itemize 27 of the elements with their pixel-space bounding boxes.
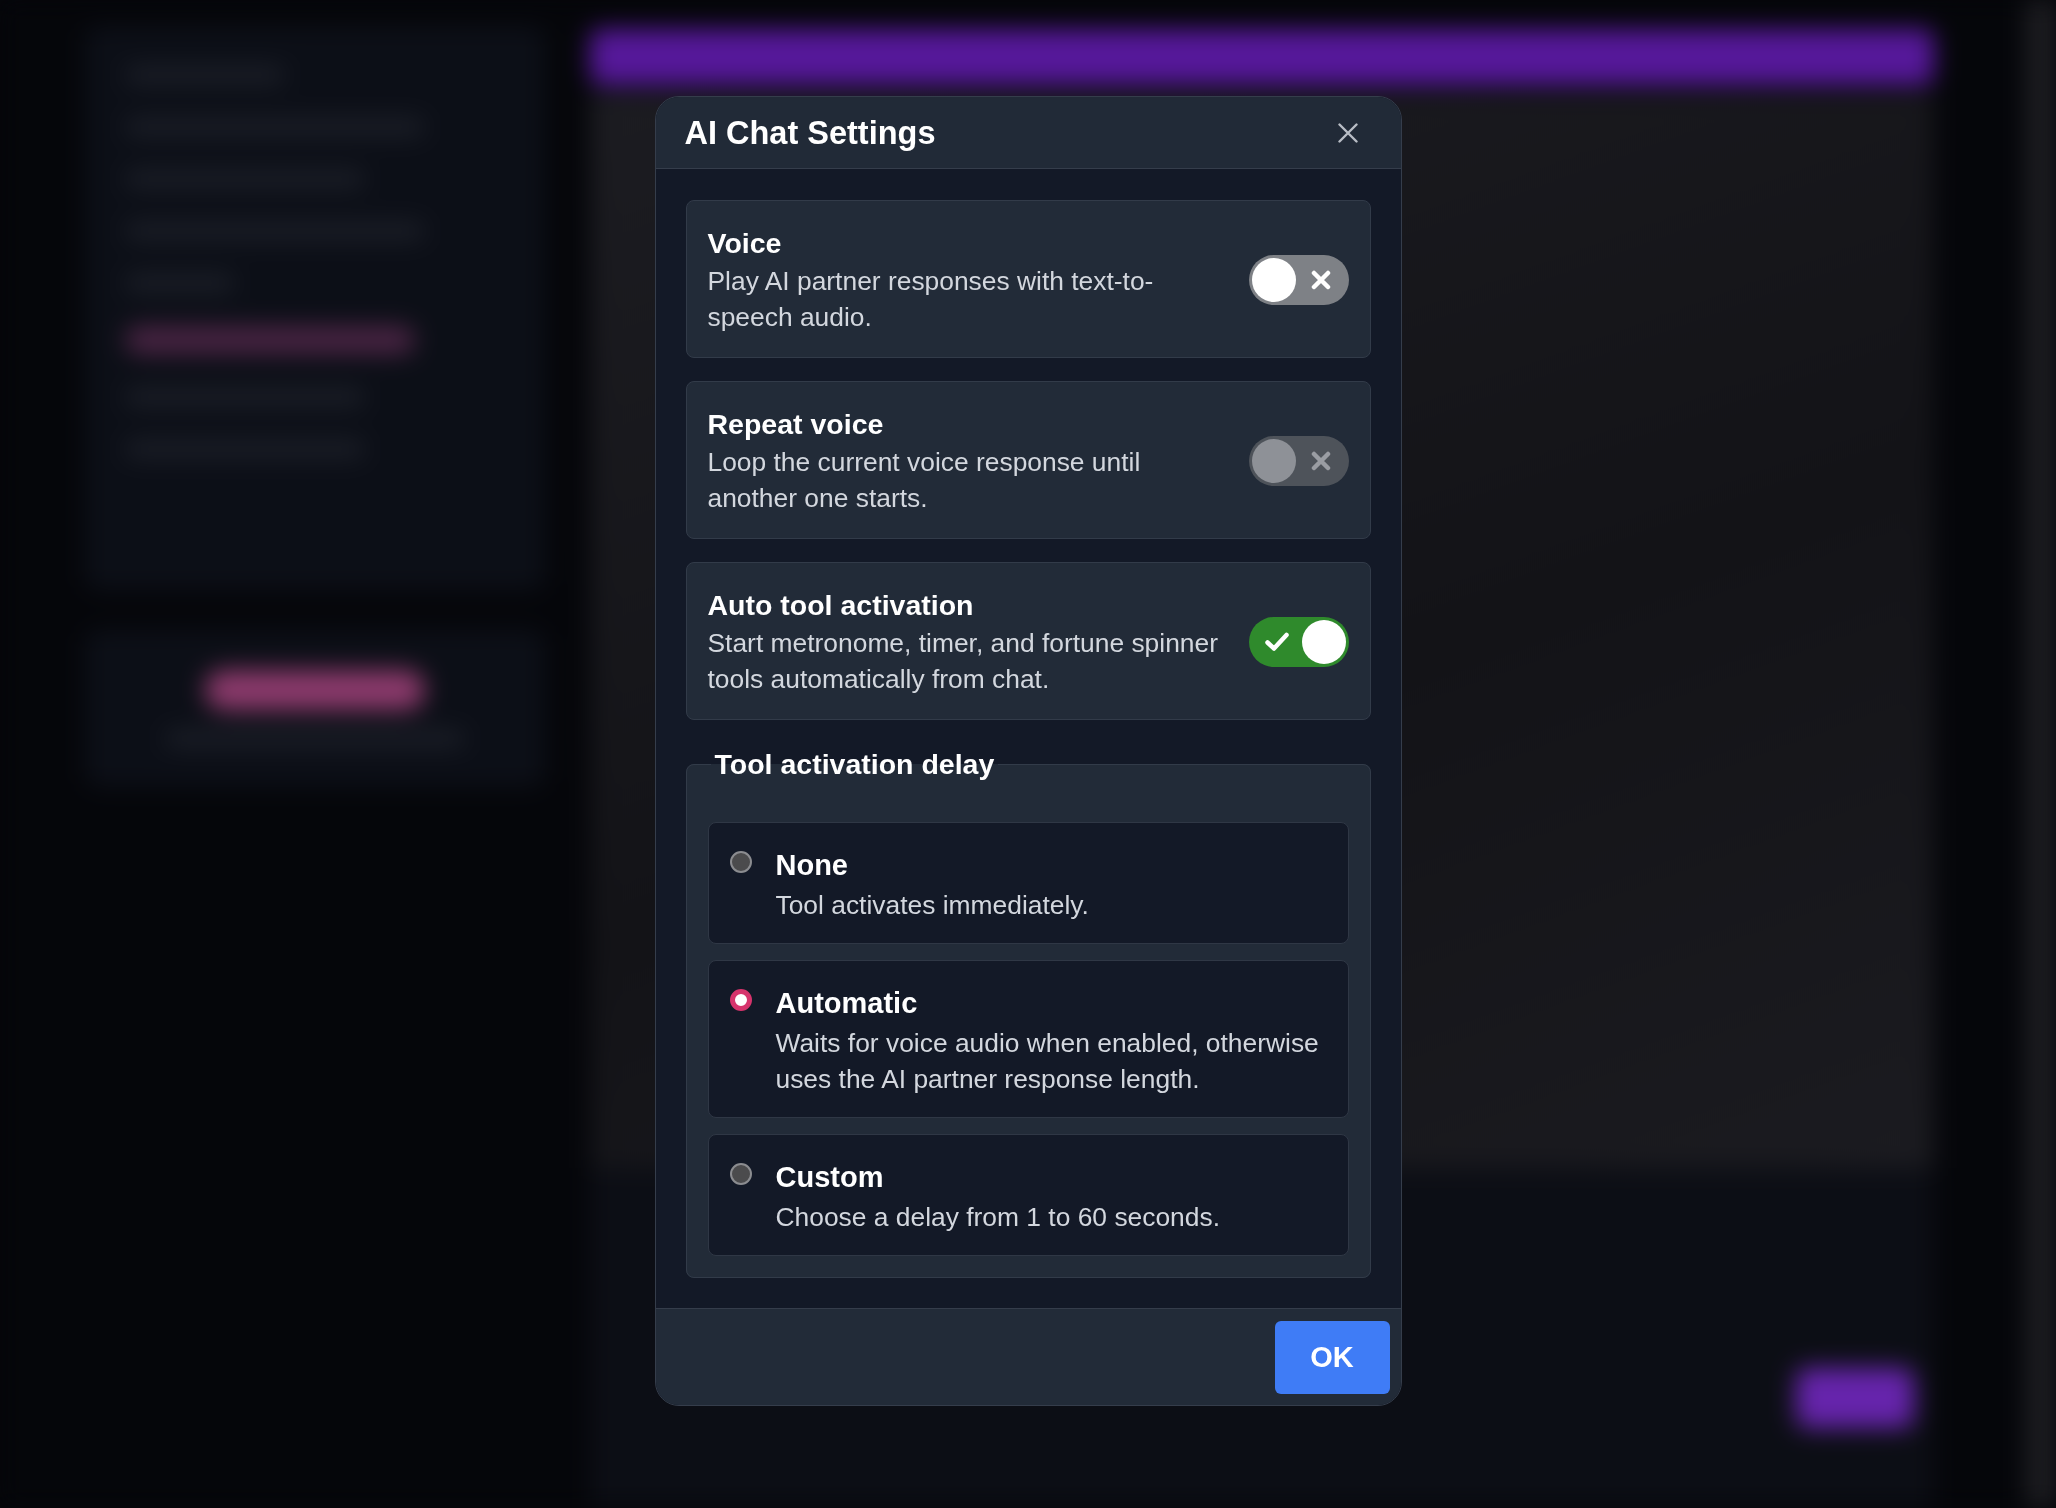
option-description: Choose a delay from 1 to 60 seconds. [775, 1201, 1221, 1234]
option-title: Automatic [775, 986, 918, 1021]
radio-button[interactable] [729, 851, 752, 873]
setting-description: Start metronome, timer, and fortune spinner tools automatically from chat. [707, 627, 1219, 696]
option-title: None [775, 848, 848, 883]
close-icon [1337, 122, 1358, 143]
setting-description: Play AI partner responses with text-to-speech audio. [707, 265, 1155, 334]
option-description: Waits for voice audio when enabled, otherwise uses the AI partner response length. [775, 1027, 1320, 1096]
ok-button[interactable]: OK [1274, 1321, 1390, 1394]
check-icon [1264, 632, 1289, 652]
radio-button[interactable] [729, 989, 752, 1011]
option-title: Custom [775, 1160, 884, 1195]
section-title: Tool activation delay [713, 747, 996, 782]
setting-description: Loop the current voice response until another one starts. [707, 446, 1142, 515]
radio-option[interactable]: Custom Choose a delay from 1 to 60 seconds. [707, 1134, 1349, 1256]
option-description: Tool activates immediately. [775, 889, 1090, 922]
x-icon [1310, 451, 1331, 471]
toggle-switch[interactable] [1248, 255, 1349, 305]
toggle-switch[interactable] [1248, 617, 1349, 667]
dialog-title: AI Chat Settings [684, 113, 936, 153]
radio-button[interactable] [729, 1163, 752, 1185]
radio-option[interactable]: None Tool activates immediately. [707, 822, 1349, 944]
radio-option[interactable]: Automatic Waits for voice audio when enabled, otherwise uses the AI partner response length. [707, 960, 1349, 1118]
x-icon [1310, 270, 1331, 290]
setting-title: Auto tool activation [707, 588, 974, 623]
setting-title: Repeat voice [707, 407, 884, 442]
setting-title: Voice [707, 226, 782, 261]
